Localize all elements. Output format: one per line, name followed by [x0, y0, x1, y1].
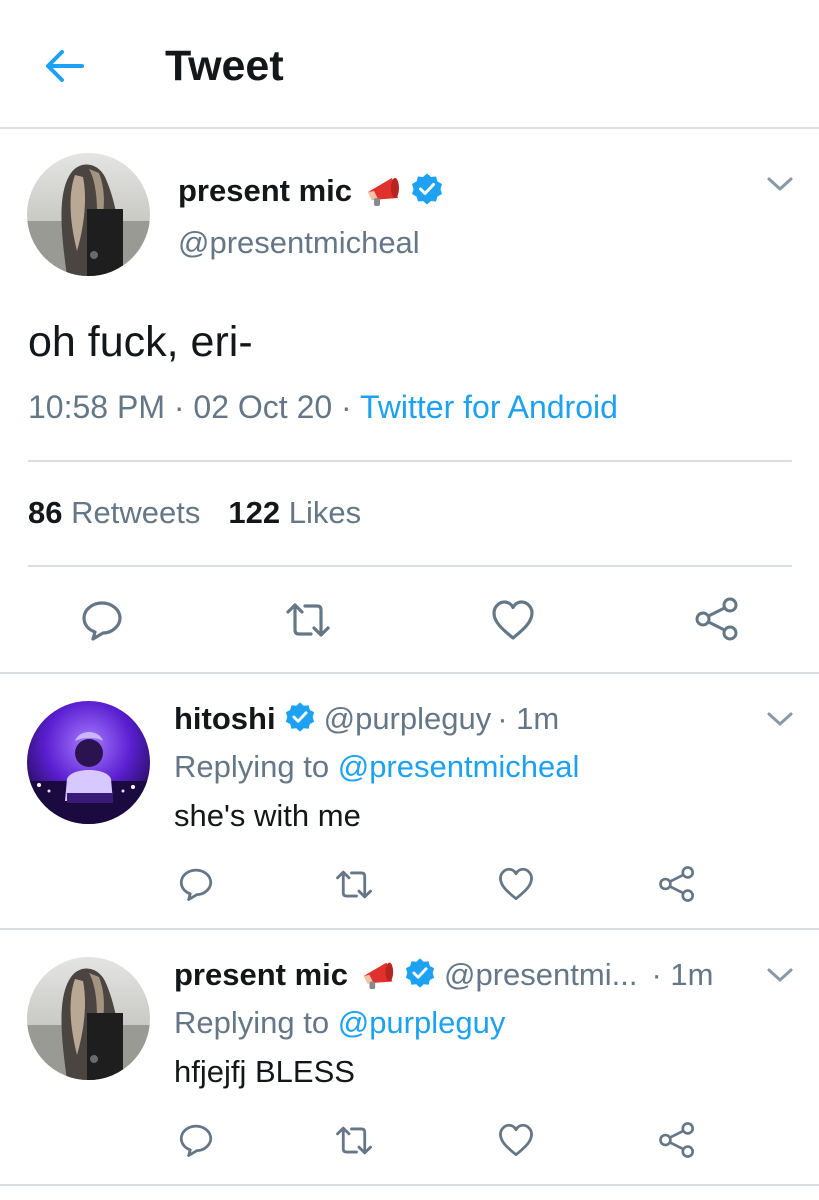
likes-count: 122 — [228, 495, 281, 530]
retweet-icon — [336, 870, 372, 899]
verified-badge-icon — [410, 172, 444, 211]
share-icon — [659, 866, 695, 902]
reply-author-name[interactable]: present mic — [174, 957, 348, 993]
reply-menu-button[interactable] — [766, 966, 794, 989]
share-icon — [695, 597, 738, 641]
retweet-button[interactable] — [284, 600, 332, 645]
tweet-date: 02 Oct 20 — [193, 389, 333, 425]
like-icon — [499, 867, 533, 901]
reply-timestamp: · 1m — [651, 957, 714, 992]
megaphone-icon — [360, 955, 396, 996]
share-icon — [659, 1122, 695, 1158]
share-button[interactable] — [658, 865, 696, 908]
reply-text: hfjejfj BLESS — [174, 1054, 355, 1089]
like-button[interactable] — [497, 866, 535, 907]
chevron-down-icon — [767, 712, 793, 726]
author-name-row: present mic — [178, 169, 444, 213]
retweet-icon — [336, 1126, 372, 1155]
reply-menu-button[interactable] — [766, 710, 794, 733]
replying-to: Replying to @presentmicheal — [174, 749, 579, 785]
retweets-count: 86 — [28, 495, 63, 530]
tweet-text: oh fuck, eri- — [28, 318, 253, 366]
reply-tweet[interactable]: present mic @presentmi... · 1m Replying … — [0, 930, 819, 1186]
verified-badge-icon — [404, 957, 436, 994]
reply-button[interactable] — [178, 1122, 214, 1163]
back-arrow-icon — [46, 50, 84, 82]
reply-text: she's with me — [174, 798, 361, 833]
reply-author-handle[interactable]: @presentmi... — [444, 957, 637, 993]
reply-header: hitoshi @purpleguy · 1m — [174, 696, 559, 742]
likes-stat[interactable]: 122 Likes — [228, 495, 361, 530]
like-icon — [492, 600, 534, 640]
reply-author-avatar[interactable] — [27, 701, 150, 824]
meta-separator: · — [332, 389, 361, 425]
reply-icon — [179, 1124, 213, 1157]
chevron-down-icon — [767, 968, 793, 982]
chevron-down-icon — [767, 177, 793, 191]
tweet-menu-button[interactable] — [766, 175, 794, 198]
meta-separator: · — [164, 389, 194, 425]
reply-timestamp: · 1m — [497, 701, 560, 736]
share-button[interactable] — [694, 596, 740, 647]
reply-author-handle[interactable]: @purpleguy — [324, 701, 492, 737]
reply-button[interactable] — [80, 598, 124, 647]
reply-icon — [179, 868, 213, 901]
reply-author-name[interactable]: hitoshi — [174, 701, 276, 737]
author-avatar[interactable] — [27, 153, 150, 276]
tweet-time: 10:58 PM — [28, 389, 165, 425]
reply-tweet[interactable]: hitoshi @purpleguy · 1m Replying to @pre… — [0, 674, 819, 930]
author-name[interactable]: present mic — [178, 173, 352, 209]
likes-label: Likes — [288, 495, 362, 530]
page-title: Tweet — [165, 42, 284, 90]
tweet-stats: 86 Retweets 122 Likes — [28, 495, 361, 531]
reply-icon — [82, 601, 122, 641]
retweets-label: Retweets — [71, 495, 201, 530]
divider — [28, 565, 792, 567]
like-button[interactable] — [490, 598, 536, 647]
replying-to-mention[interactable]: @purpleguy — [338, 1005, 506, 1040]
reply-header: present mic @presentmi... · 1m — [174, 952, 713, 998]
divider — [28, 460, 792, 462]
back-button[interactable] — [38, 44, 88, 88]
retweet-button[interactable] — [334, 1124, 374, 1162]
share-button[interactable] — [658, 1121, 696, 1164]
replying-to: Replying to @purpleguy — [174, 1005, 505, 1041]
retweet-icon — [286, 603, 330, 637]
tweet-source-link[interactable]: Twitter for Android — [360, 389, 618, 425]
author-handle[interactable]: @presentmicheal — [178, 225, 420, 261]
tweet-meta: 10:58 PM · 02 Oct 20 · Twitter for Andro… — [28, 389, 618, 426]
main-tweet: present mic @presentmicheal oh fuck, eri… — [0, 131, 819, 674]
like-icon — [499, 1123, 533, 1157]
retweets-stat[interactable]: 86 Retweets — [28, 495, 200, 530]
top-bar: Tweet — [0, 0, 819, 129]
retweet-button[interactable] — [334, 868, 374, 906]
like-button[interactable] — [497, 1122, 535, 1163]
replying-to-label: Replying to — [174, 749, 330, 784]
reply-author-avatar[interactable] — [27, 957, 150, 1080]
megaphone-icon — [364, 170, 402, 213]
verified-badge-icon — [284, 701, 316, 738]
replying-to-mention[interactable]: @presentmicheal — [338, 749, 580, 784]
reply-button[interactable] — [178, 866, 214, 907]
replying-to-label: Replying to — [174, 1005, 330, 1040]
